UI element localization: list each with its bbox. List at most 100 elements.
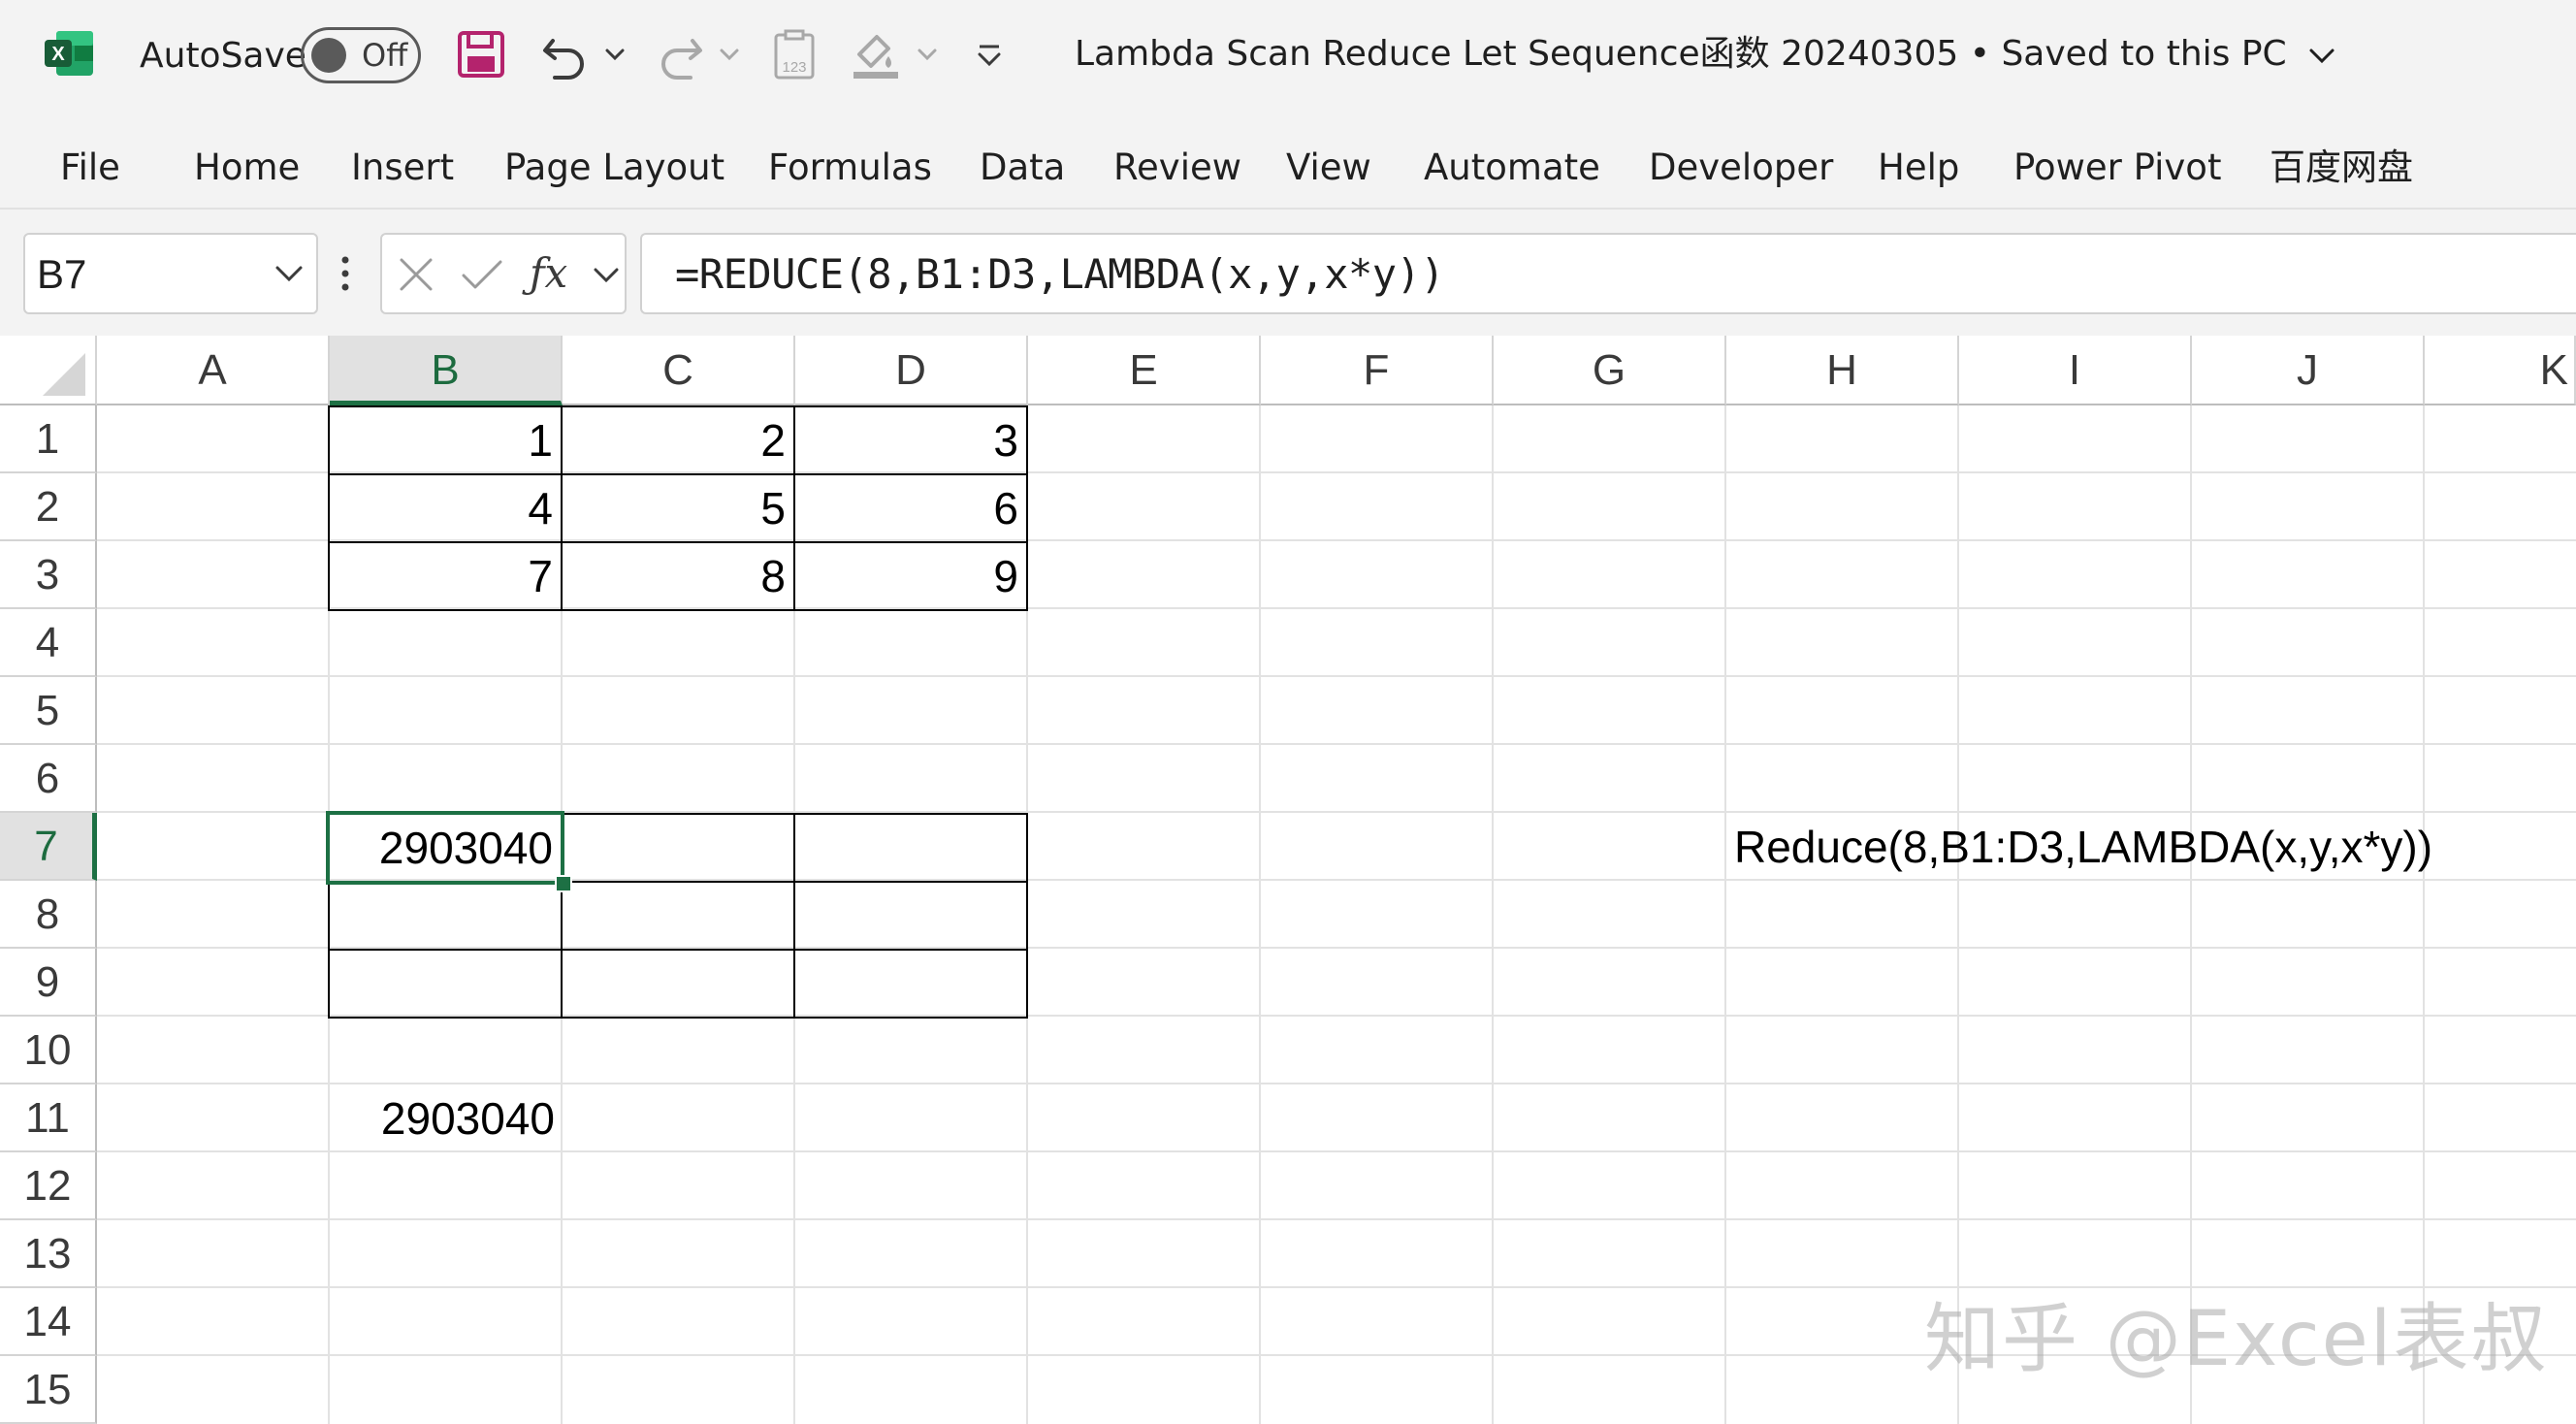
tab-view[interactable]: View bbox=[1286, 146, 1371, 190]
gridline bbox=[97, 743, 2576, 745]
chevron-down-icon[interactable] bbox=[592, 260, 621, 289]
column-header-g[interactable]: G bbox=[1494, 336, 1726, 405]
row-header-1[interactable]: 1 bbox=[0, 405, 97, 473]
tab-page-layout[interactable]: Page Layout bbox=[504, 146, 724, 190]
svg-text:X: X bbox=[51, 44, 65, 65]
cell-b8[interactable] bbox=[328, 881, 563, 951]
tab-power-pivot[interactable]: Power Pivot bbox=[2013, 146, 2221, 190]
cell-c3[interactable]: 8 bbox=[561, 541, 795, 611]
formula-input[interactable]: =REDUCE(8,B1:D3,LAMBDA(x,y,x*y)) bbox=[640, 233, 2576, 314]
cell-d7[interactable] bbox=[793, 813, 1028, 883]
row-header-4[interactable]: 4 bbox=[0, 609, 97, 677]
tab-formulas[interactable]: Formulas bbox=[768, 146, 932, 190]
cell-d1[interactable]: 3 bbox=[793, 405, 1028, 475]
tab-help[interactable]: Help bbox=[1878, 146, 1959, 190]
column-header-h[interactable]: H bbox=[1726, 336, 1959, 405]
cell-b11[interactable]: 2903040 bbox=[328, 1084, 563, 1152]
fill-handle[interactable] bbox=[555, 875, 572, 892]
document-title-text: Lambda Scan Reduce Let Sequence函数 202403… bbox=[1075, 34, 2287, 74]
formula-bar: B7 ƒx =REDUCE(8,B1:D3,LAMBDA(x,y,x*y)) bbox=[0, 210, 2576, 336]
gridline bbox=[1724, 405, 1726, 1424]
tab-automate[interactable]: Automate bbox=[1424, 146, 1600, 190]
cell-c2[interactable]: 5 bbox=[561, 473, 795, 543]
cell-c8[interactable] bbox=[561, 881, 795, 951]
tab-baidu-netdisk[interactable]: 百度网盘 bbox=[2270, 146, 2413, 190]
cell-d3[interactable]: 9 bbox=[793, 541, 1028, 611]
formula-buttons: ƒx bbox=[380, 233, 627, 314]
svg-text:123: 123 bbox=[782, 59, 806, 76]
form-icon[interactable]: 123 bbox=[772, 27, 817, 81]
cell-b3[interactable]: 7 bbox=[328, 541, 563, 611]
excel-logo-icon[interactable]: X bbox=[43, 27, 95, 80]
gridline bbox=[2190, 405, 2192, 1424]
row-header-12[interactable]: 12 bbox=[0, 1152, 97, 1220]
cancel-icon[interactable] bbox=[392, 250, 440, 299]
cell-c7[interactable] bbox=[561, 813, 795, 883]
tab-insert[interactable]: Insert bbox=[351, 146, 454, 190]
cell-b9[interactable] bbox=[328, 949, 563, 1019]
select-all-icon bbox=[43, 353, 85, 396]
cell-d8[interactable] bbox=[793, 881, 1028, 951]
title-bar: X AutoSave Off 123 Lambda Scan Reduce Le… bbox=[0, 0, 2576, 113]
watermark: 知乎 @Excel表叔 bbox=[1924, 1296, 2549, 1383]
column-header-e[interactable]: E bbox=[1028, 336, 1261, 405]
undo-dropdown-icon[interactable] bbox=[603, 27, 627, 81]
row-header-14[interactable]: 14 bbox=[0, 1288, 97, 1356]
name-box[interactable]: B7 bbox=[23, 233, 318, 314]
cell-b2[interactable]: 4 bbox=[328, 473, 563, 543]
row-header-7[interactable]: 7 bbox=[0, 813, 97, 881]
cell-c9[interactable] bbox=[561, 949, 795, 1019]
more-options-icon[interactable] bbox=[339, 254, 351, 293]
row-header-10[interactable]: 10 bbox=[0, 1017, 97, 1084]
customize-toolbar-icon[interactable] bbox=[974, 27, 1005, 81]
redo-dropdown-icon[interactable] bbox=[718, 27, 741, 81]
tab-file[interactable]: File bbox=[60, 146, 120, 190]
row-header-13[interactable]: 13 bbox=[0, 1220, 97, 1288]
painter-dropdown-icon[interactable] bbox=[916, 27, 939, 81]
enter-icon[interactable] bbox=[458, 250, 506, 299]
autosave-label: AutoSave bbox=[140, 36, 306, 76]
save-icon[interactable] bbox=[456, 27, 506, 81]
column-header-a[interactable]: A bbox=[97, 336, 330, 405]
gridline bbox=[2423, 405, 2425, 1424]
document-title[interactable]: Lambda Scan Reduce Let Sequence函数 202403… bbox=[1075, 33, 2336, 76]
column-header-c[interactable]: C bbox=[563, 336, 795, 405]
active-cell-outline[interactable] bbox=[326, 811, 564, 885]
redo-icon[interactable] bbox=[656, 27, 706, 81]
tab-review[interactable]: Review bbox=[1113, 146, 1241, 190]
gridline bbox=[1957, 405, 1959, 1424]
column-header-f[interactable]: F bbox=[1261, 336, 1494, 405]
ribbon-tabs: File Home Insert Page Layout Formulas Da… bbox=[0, 113, 2576, 210]
tab-data[interactable]: Data bbox=[980, 146, 1065, 190]
autosave-state: Off bbox=[362, 37, 408, 74]
column-header-b[interactable]: B bbox=[330, 336, 563, 405]
row-header-8[interactable]: 8 bbox=[0, 881, 97, 949]
cell-b1[interactable]: 1 bbox=[328, 405, 563, 475]
row-header-2[interactable]: 2 bbox=[0, 473, 97, 541]
select-all-corner[interactable] bbox=[0, 336, 97, 405]
cell-c1[interactable]: 2 bbox=[561, 405, 795, 475]
chevron-down-icon[interactable] bbox=[2307, 41, 2336, 70]
cell-d2[interactable]: 6 bbox=[793, 473, 1028, 543]
column-header-d[interactable]: D bbox=[795, 336, 1028, 405]
row-header-3[interactable]: 3 bbox=[0, 541, 97, 609]
autosave-toggle[interactable]: Off bbox=[301, 27, 421, 83]
undo-icon[interactable] bbox=[539, 27, 590, 81]
tab-developer[interactable]: Developer bbox=[1649, 146, 1833, 190]
row-header-15[interactable]: 15 bbox=[0, 1356, 97, 1424]
format-painter-icon[interactable] bbox=[850, 27, 902, 81]
insert-function-icon[interactable]: ƒx bbox=[530, 248, 567, 299]
chevron-down-icon[interactable] bbox=[272, 256, 306, 291]
cell-d9[interactable] bbox=[793, 949, 1028, 1019]
gridline bbox=[1259, 405, 1261, 1424]
row-header-5[interactable]: 5 bbox=[0, 677, 97, 745]
tab-home[interactable]: Home bbox=[194, 146, 300, 190]
column-header-i[interactable]: I bbox=[1959, 336, 2192, 405]
row-header-11[interactable]: 11 bbox=[0, 1084, 97, 1152]
row-header-6[interactable]: 6 bbox=[0, 745, 97, 813]
row-header-9[interactable]: 9 bbox=[0, 949, 97, 1017]
column-header-k[interactable]: K bbox=[2425, 336, 2576, 405]
cell-h7[interactable]: Reduce(8,B1:D3,LAMBDA(x,y,x*y)) bbox=[1734, 813, 2432, 881]
column-header-j[interactable]: J bbox=[2192, 336, 2425, 405]
worksheet-grid[interactable]: A B C D E F G H I J K 1 2 3 4 5 6 7 8 9 … bbox=[0, 336, 2576, 1424]
